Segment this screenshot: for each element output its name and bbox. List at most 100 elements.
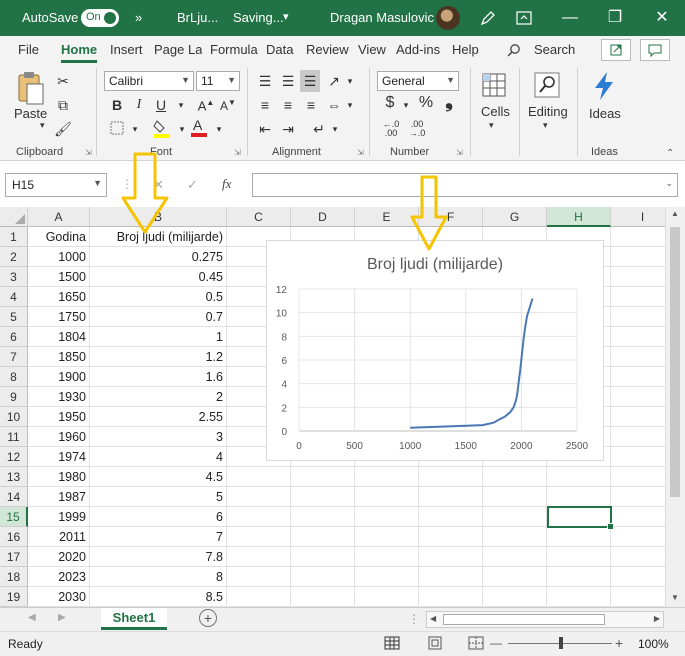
bold-button[interactable]: B bbox=[108, 96, 126, 114]
row-header[interactable]: 15 bbox=[0, 507, 28, 527]
select-all-corner[interactable] bbox=[0, 207, 28, 227]
cell-year[interactable]: 2030 bbox=[28, 587, 90, 607]
cell-population[interactable]: 0.7 bbox=[90, 307, 227, 327]
editing-button[interactable] bbox=[531, 70, 563, 103]
cell-population[interactable]: 8 bbox=[90, 567, 227, 587]
cell-year[interactable]: 1900 bbox=[28, 367, 90, 387]
split-handle-icon[interactable]: ⋮ bbox=[408, 612, 420, 626]
column-header-d[interactable]: D bbox=[291, 207, 355, 227]
cell-empty[interactable] bbox=[291, 507, 355, 527]
cell-empty[interactable] bbox=[611, 267, 665, 287]
align-right-icon[interactable]: ≡ bbox=[302, 96, 320, 114]
align-center-icon[interactable]: ≡ bbox=[279, 96, 297, 114]
align-bottom-icon[interactable]: ☰ bbox=[300, 70, 320, 92]
cell-empty[interactable] bbox=[611, 527, 665, 547]
increase-indent-icon[interactable]: ⇥ bbox=[279, 120, 297, 138]
decrease-decimal-icon[interactable]: .00 →.0 bbox=[406, 120, 428, 138]
normal-view-icon[interactable] bbox=[384, 635, 400, 654]
user-name[interactable]: Dragan Masulovic bbox=[330, 10, 434, 25]
file-name[interactable]: BrLju... bbox=[177, 10, 218, 25]
cell-empty[interactable] bbox=[227, 547, 291, 567]
cell-population[interactable]: 1.2 bbox=[90, 347, 227, 367]
fill-color-icon[interactable] bbox=[153, 118, 171, 142]
cell-population[interactable]: 0.45 bbox=[90, 267, 227, 287]
restore-button[interactable]: ❐ bbox=[601, 4, 629, 32]
page-break-view-icon[interactable] bbox=[468, 635, 484, 654]
tab-review[interactable]: Review bbox=[306, 42, 349, 57]
cell-empty[interactable] bbox=[227, 507, 291, 527]
cell-empty[interactable] bbox=[547, 587, 611, 607]
comma-button[interactable]: ❟ bbox=[440, 91, 458, 111]
cell-empty[interactable] bbox=[611, 447, 665, 467]
avatar[interactable] bbox=[436, 6, 460, 30]
cell-population[interactable]: 0.275 bbox=[90, 247, 227, 267]
zoom-level[interactable]: 100% bbox=[638, 637, 669, 651]
row-header[interactable]: 18 bbox=[0, 567, 28, 587]
borders-chevron-icon[interactable]: ▾ bbox=[126, 120, 144, 138]
minimize-button[interactable]: — bbox=[556, 4, 584, 32]
zoom-out-button[interactable]: — bbox=[490, 636, 502, 650]
italic-button[interactable]: I bbox=[130, 96, 148, 114]
autosave-toggle[interactable]: On bbox=[81, 9, 119, 27]
tab-formulas[interactable]: Formula bbox=[210, 42, 258, 57]
row-header[interactable]: 5 bbox=[0, 307, 28, 327]
vertical-scrollbar[interactable]: ▲ ▼ bbox=[665, 207, 685, 607]
scroll-up-icon[interactable]: ▲ bbox=[671, 209, 679, 218]
cell-population[interactable]: 7 bbox=[90, 527, 227, 547]
cell-year[interactable]: 1500 bbox=[28, 267, 90, 287]
underline-chevron-icon[interactable]: ▾ bbox=[172, 96, 190, 114]
cell-empty[interactable] bbox=[419, 547, 483, 567]
cell-year[interactable]: 1850 bbox=[28, 347, 90, 367]
cell-empty[interactable] bbox=[355, 487, 419, 507]
cell-population[interactable]: 7.8 bbox=[90, 547, 227, 567]
row-header[interactable]: 19 bbox=[0, 587, 28, 607]
cell-year[interactable]: 1930 bbox=[28, 387, 90, 407]
sheet-tab-sheet1[interactable]: Sheet1 bbox=[101, 608, 167, 630]
column-header-a[interactable]: A bbox=[28, 207, 90, 227]
active-cell-h15[interactable] bbox=[547, 506, 614, 530]
font-color-icon[interactable]: A bbox=[190, 116, 208, 142]
cell-population[interactable]: 1 bbox=[90, 327, 227, 347]
cell-population[interactable]: 4.5 bbox=[90, 467, 227, 487]
font-color-chevron-icon[interactable]: ▾ bbox=[210, 120, 228, 138]
cell-empty[interactable] bbox=[611, 227, 665, 247]
expand-formula-icon[interactable]: ⌄ bbox=[665, 178, 673, 189]
quick-access-more-icon[interactable]: » bbox=[135, 10, 142, 25]
cell-empty[interactable] bbox=[227, 527, 291, 547]
cell-empty[interactable] bbox=[291, 567, 355, 587]
cell-year[interactable]: 1750 bbox=[28, 307, 90, 327]
column-header-i[interactable]: I bbox=[611, 207, 665, 227]
cell-empty[interactable] bbox=[355, 587, 419, 607]
row-header[interactable]: 9 bbox=[0, 387, 28, 407]
insert-function-icon[interactable]: fx bbox=[222, 176, 231, 192]
add-sheet-icon[interactable]: + bbox=[199, 609, 217, 627]
name-box[interactable]: H15 ▼ bbox=[5, 173, 107, 197]
row-header[interactable]: 10 bbox=[0, 407, 28, 427]
percent-button[interactable]: % bbox=[417, 94, 435, 112]
cell-year[interactable]: 1960 bbox=[28, 427, 90, 447]
cell-empty[interactable] bbox=[483, 467, 547, 487]
horizontal-scrollbar[interactable]: ◀ ▶ bbox=[426, 611, 664, 628]
cell-year[interactable]: 2020 bbox=[28, 547, 90, 567]
row-header[interactable]: 13 bbox=[0, 467, 28, 487]
cell-empty[interactable] bbox=[483, 527, 547, 547]
cell-empty[interactable] bbox=[611, 547, 665, 567]
row-header[interactable]: 8 bbox=[0, 367, 28, 387]
cell-population[interactable]: 2 bbox=[90, 387, 227, 407]
page-layout-view-icon[interactable] bbox=[427, 635, 443, 654]
cell-empty[interactable] bbox=[611, 247, 665, 267]
prev-sheet-icon[interactable]: ◀ bbox=[28, 612, 36, 623]
zoom-slider-thumb[interactable] bbox=[559, 637, 563, 649]
cell-empty[interactable] bbox=[419, 527, 483, 547]
row-header[interactable]: 6 bbox=[0, 327, 28, 347]
cell-year[interactable]: 1650 bbox=[28, 287, 90, 307]
align-middle-icon[interactable]: ☰ bbox=[279, 72, 297, 90]
cell-empty[interactable] bbox=[355, 547, 419, 567]
cell-population[interactable]: 1.6 bbox=[90, 367, 227, 387]
cell-empty[interactable] bbox=[611, 347, 665, 367]
cell-population[interactable]: 2.55 bbox=[90, 407, 227, 427]
scroll-down-icon[interactable]: ▼ bbox=[671, 593, 679, 602]
cell-year[interactable]: 1804 bbox=[28, 327, 90, 347]
cell-year[interactable]: 1950 bbox=[28, 407, 90, 427]
scroll-left-icon[interactable]: ◀ bbox=[430, 614, 436, 623]
